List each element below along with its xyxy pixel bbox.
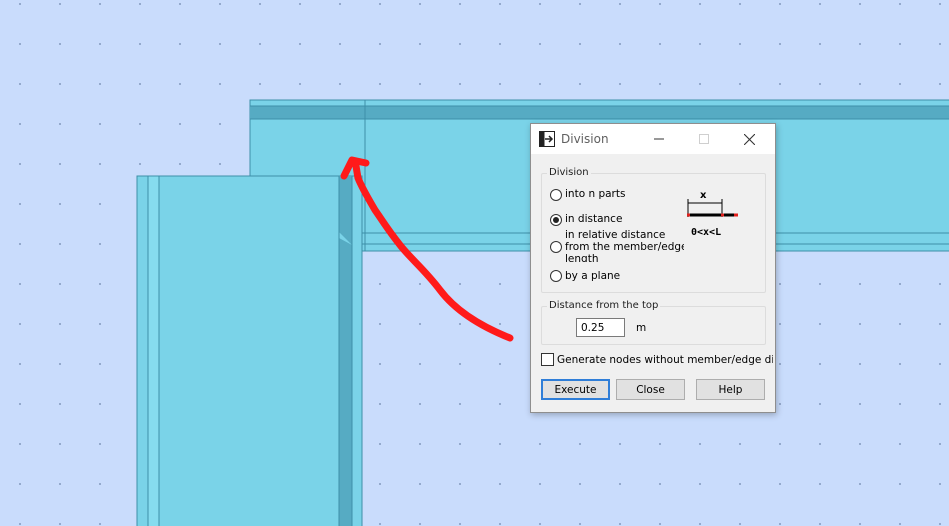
radio-by-a-plane[interactable] [550,270,562,282]
distance-diagram [687,199,738,217]
distance-unit-label: m [636,322,647,334]
close-window-button[interactable] [729,124,769,154]
minimize-icon [654,138,664,140]
division-app-icon [539,131,555,147]
model-viewport[interactable] [0,0,949,526]
radio-into-n-parts[interactable] [550,189,562,201]
title-bar[interactable]: Division [531,124,775,154]
radio-by-a-plane-label: by a plane [565,270,621,282]
distance-input[interactable] [576,318,625,337]
maximize-button [684,124,724,154]
execute-button[interactable]: Execute [541,379,610,400]
relative-distance-label-3: length [565,253,599,262]
minimize-button[interactable] [639,124,679,154]
column-right-flange [339,250,352,526]
radio-in-distance[interactable] [550,214,562,226]
help-button[interactable]: Help [696,379,765,400]
division-dialog: Division Division into n parts in distan… [530,123,776,413]
radio-into-n-parts-label: into n parts [565,188,626,200]
column-edge-strip [147,175,160,526]
relative-distance-label-clip: in relative distance from the member/edg… [564,228,684,262]
dialog-title: Division [561,132,609,146]
vertical-column[interactable] [136,175,363,526]
radio-relative-distance[interactable] [550,241,562,253]
division-group-label: Division [547,167,591,178]
maximize-icon [699,134,709,144]
generate-nodes-label-clip: Generate nodes without member/edge divis… [557,353,773,368]
radio-in-distance-label: in distance [565,213,623,225]
diagram-x-label: x [700,190,707,201]
generate-nodes-checkbox[interactable] [541,353,554,366]
generate-nodes-label: Generate nodes without member/edge divis… [557,354,773,366]
close-icon [743,133,755,145]
distance-group-label: Distance from the top [547,300,661,311]
distance-group: Distance from the top [541,300,766,345]
beam-top-flange [250,106,949,119]
relative-distance-label-1: in relative distance [565,229,666,241]
close-button[interactable]: Close [616,379,685,400]
relative-distance-label-2: from the member/edge [565,241,684,253]
diagram-formula: 0<x<L [691,227,722,238]
